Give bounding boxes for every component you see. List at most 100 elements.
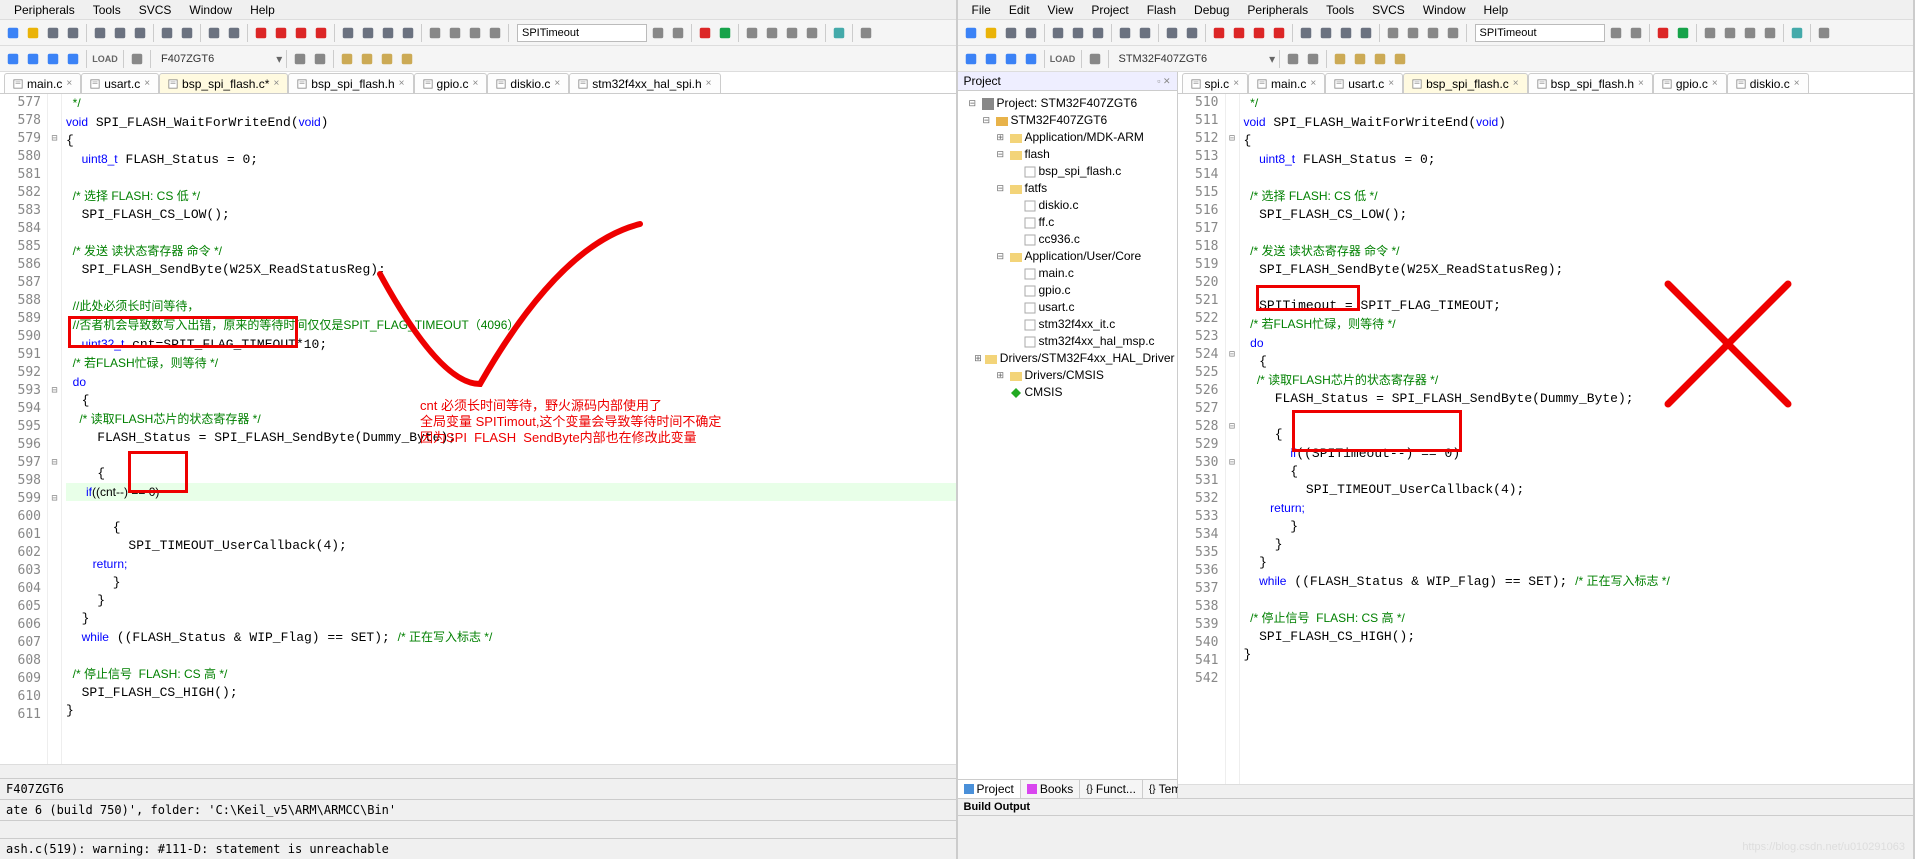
window-icon[interactable] [1788,24,1806,42]
left-fold-column[interactable]: ⊟ ⊟ ⊟ ⊟ [48,94,62,764]
fwd-icon[interactable] [1183,24,1201,42]
tab-close-icon[interactable]: × [1310,78,1316,89]
back-icon[interactable] [1163,24,1181,42]
layout-icon[interactable] [1331,50,1349,68]
proj-tab-funct[interactable]: {}Funct... [1080,780,1143,798]
menu-help[interactable]: Help [242,3,283,17]
debug-icon[interactable] [696,24,714,42]
indent-icon[interactable] [339,24,357,42]
tree-flash[interactable]: ⊟flash [960,146,1175,163]
bookmark-icon[interactable] [252,24,270,42]
saveall-icon[interactable] [1022,24,1040,42]
undo-icon[interactable] [158,24,176,42]
layout-icon[interactable] [1371,50,1389,68]
menu-svcs[interactable]: SVCS [131,3,180,17]
left-code-area[interactable]: */ void SPI_FLASH_WaitForWriteEnd(void) … [62,94,956,764]
open-icon[interactable] [982,24,1000,42]
target-dropdown-icon[interactable]: ▾ [276,52,282,66]
find-icon[interactable] [1627,24,1645,42]
bookmark-icon[interactable] [1210,24,1228,42]
bookmark-icon[interactable] [1270,24,1288,42]
build-icon[interactable] [1002,50,1020,68]
load-icon[interactable]: LOAD [91,50,119,68]
indent-icon[interactable] [1337,24,1355,42]
proj-tab-books[interactable]: Books [1021,780,1080,798]
tab-main-c[interactable]: main.c× [1248,73,1325,93]
menu-file[interactable]: File [964,3,999,17]
target-cfg-icon[interactable] [291,50,309,68]
build-icon[interactable] [24,50,42,68]
copy-icon[interactable] [111,24,129,42]
menu-window[interactable]: Window [181,3,240,17]
paste-icon[interactable] [1089,24,1107,42]
menu-edit[interactable]: Edit [1001,3,1038,17]
tab-bsp-spi-flash-c[interactable]: bsp_spi_flash.c× [1403,73,1528,93]
menu-window[interactable]: Window [1415,3,1474,17]
tab-usart-c[interactable]: usart.c× [81,73,159,93]
build-output-body[interactable] [958,815,1914,859]
misc-icon[interactable] [1424,24,1442,42]
misc-icon[interactable] [1404,24,1422,42]
paste-icon[interactable] [131,24,149,42]
saveall-icon[interactable] [64,24,82,42]
tab-close-icon[interactable]: × [144,78,150,89]
tree-main-c[interactable]: main.c [960,265,1175,282]
tree-stm32f407zgt6[interactable]: ⊟STM32F407ZGT6 [960,112,1175,129]
tree-application-mdk-arm[interactable]: ⊞Application/MDK-ARM [960,129,1175,146]
cfg-icon[interactable] [1701,24,1719,42]
tab-close-icon[interactable]: × [1638,78,1644,89]
tab-close-icon[interactable]: × [1513,78,1519,89]
save-icon[interactable] [44,24,62,42]
target-cfg-icon[interactable] [1304,50,1322,68]
open-icon[interactable] [24,24,42,42]
tree-application-user-core[interactable]: ⊟Application/User/Core [960,248,1175,265]
copy-icon[interactable] [1069,24,1087,42]
tab-bsp-spi-flash-h[interactable]: bsp_spi_flash.h× [1528,73,1653,93]
tree-drivers-cmsis[interactable]: ⊞Drivers/CMSIS [960,367,1175,384]
tree-gpio-c[interactable]: gpio.c [960,282,1175,299]
menu-help[interactable]: Help [1476,3,1517,17]
cfg-icon[interactable] [743,24,761,42]
bookmark-icon[interactable] [312,24,330,42]
cfg-icon[interactable] [1721,24,1739,42]
target-selector[interactable]: STM32F407ZGT6 [1119,53,1208,65]
find-icon[interactable] [669,24,687,42]
download-icon[interactable] [128,50,146,68]
search-input[interactable] [1475,24,1605,42]
tree-cc936-c[interactable]: cc936.c [960,231,1175,248]
new-icon[interactable] [4,24,22,42]
tab-spi-c[interactable]: spi.c× [1182,73,1249,93]
cfg-icon[interactable] [1741,24,1759,42]
tab-usart-c[interactable]: usart.c× [1325,73,1403,93]
cfg-icon[interactable] [803,24,821,42]
tab-bsp-spi-flash-h[interactable]: bsp_spi_flash.h× [288,73,413,93]
redo-icon[interactable] [178,24,196,42]
menu-svcs[interactable]: SVCS [1364,3,1413,17]
layout-icon[interactable] [398,50,416,68]
tree-bsp-spi-flash-c[interactable]: bsp_spi_flash.c [960,163,1175,180]
tree-diskio-c[interactable]: diskio.c [960,197,1175,214]
proj-tab-project[interactable]: Project [958,780,1021,798]
tab-close-icon[interactable]: × [1233,78,1239,89]
search-input[interactable] [517,24,647,42]
tab-close-icon[interactable]: × [1794,78,1800,89]
menu-view[interactable]: View [1040,3,1082,17]
misc-icon[interactable] [486,24,504,42]
save-icon[interactable] [1002,24,1020,42]
indent-icon[interactable] [1297,24,1315,42]
outdent-icon[interactable] [399,24,417,42]
tree-stm32f4xx-it-c[interactable]: stm32f4xx_it.c [960,316,1175,333]
bookmark-icon[interactable] [1230,24,1248,42]
tab-close-icon[interactable]: × [554,78,560,89]
project-panel-buttons[interactable]: ▫ ✕ [1157,76,1170,87]
tree-fatfs[interactable]: ⊟fatfs [960,180,1175,197]
cut-icon[interactable] [1049,24,1067,42]
layout-icon[interactable] [1351,50,1369,68]
tab-close-icon[interactable]: × [1388,78,1394,89]
left-editor[interactable]: 5775785795805815825835845855865875885895… [0,94,956,764]
fwd-icon[interactable] [225,24,243,42]
misc-icon[interactable] [426,24,444,42]
tab-close-icon[interactable]: × [1712,78,1718,89]
right-hscroll[interactable] [1178,784,1914,798]
build-icon[interactable] [44,50,62,68]
